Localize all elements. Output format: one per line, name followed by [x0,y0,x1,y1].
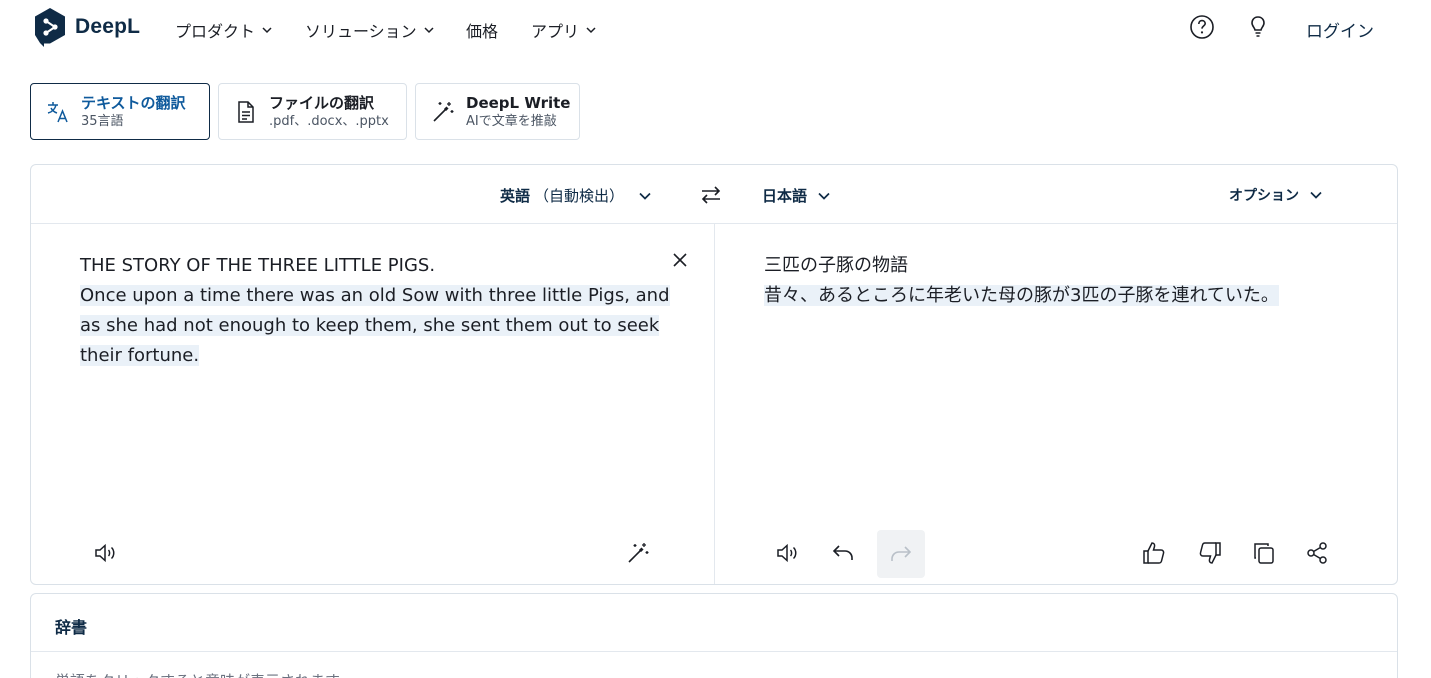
target-sentence: 昔々、あるところに年老いた母の豚が3匹の子豚を連れていた。 [764,285,1279,306]
dictionary-divider [31,651,1397,652]
translator-panel: 英語 （自動検出） 日本語 オプション THE STORY OF THE THR… [30,164,1398,585]
source-title: THE STORY OF THE THREE LITTLE PIGS. [80,255,436,276]
tab-deepl-write[interactable]: DeepL Write AIで文章を推敲 [415,83,580,140]
redo-button[interactable] [877,530,925,578]
thumbs-down-button[interactable] [1197,540,1223,566]
clear-text-button[interactable] [669,249,691,271]
brand-name: DeepL [75,15,141,38]
login-link[interactable]: ログイン [1306,17,1374,42]
target-title: 三匹の子豚の物語 [764,255,908,276]
source-language-selector[interactable]: 英語 （自動検出） [500,185,652,206]
tab-file-subtitle: .pdf、.docx、.pptx [269,113,389,129]
speaker-icon [95,543,115,563]
undo-button[interactable] [830,540,856,566]
nav-apps-label: アプリ [531,22,580,41]
target-language-selector[interactable]: 日本語 [762,185,831,206]
swap-arrows-icon [701,186,721,204]
document-icon [238,100,254,123]
undo-icon [832,545,853,560]
improve-writing-button[interactable] [625,540,651,566]
chevron-down-icon [424,27,434,34]
help-circle-icon [1190,15,1214,39]
panel-divider [714,224,715,584]
chevron-down-icon [586,27,596,34]
redo-icon [891,546,912,561]
thumbs-up-button[interactable] [1141,540,1167,566]
nav-apps[interactable]: アプリ [531,18,597,42]
copy-button[interactable] [1251,540,1277,566]
deepl-logo[interactable]: DeepL [33,7,140,47]
dictionary-title: 辞書 [55,618,88,637]
source-listen-button[interactable] [92,540,118,566]
swap-languages-button[interactable] [698,182,724,208]
chevron-down-icon [639,192,651,200]
copy-icon [1254,543,1274,564]
magic-wand-icon [433,101,454,122]
tab-write-title: DeepL Write [466,93,571,112]
source-detect-label: （自動検出） [534,187,625,205]
source-text-area[interactable]: THE STORY OF THE THREE LITTLE PIGS. Once… [80,251,670,371]
source-sentence: Once upon a time there was an old Sow wi… [80,285,670,366]
target-text-area[interactable]: 三匹の子豚の物語 昔々、あるところに年老いた母の豚が3匹の子豚を連れていた。 [764,251,1364,311]
options-label: オプション [1229,188,1299,204]
nav-solutions[interactable]: ソリューション [305,18,435,42]
close-icon [673,253,687,267]
nav-products[interactable]: プロダクト [175,18,273,42]
magic-wand-icon [628,543,649,563]
tab-write-subtitle: AIで文章を推敲 [466,113,557,129]
thumbs-down-icon [1199,542,1221,564]
nav-pricing[interactable]: 価格 [466,18,498,42]
deepl-logo-icon [35,8,65,47]
language-bar: 英語 （自動検出） 日本語 オプション [31,165,1397,224]
options-dropdown[interactable]: オプション [1229,185,1323,205]
chevron-down-icon [1310,191,1322,199]
nav-pricing-label: 価格 [466,22,499,41]
nav-products-label: プロダクト [175,22,256,41]
share-button[interactable] [1304,540,1330,566]
dictionary-panel: 辞書 単語をクリックすると意味が表示されます [30,593,1398,678]
target-language-label: 日本語 [762,187,808,205]
dictionary-hint: 単語をクリックすると意味が表示されます [55,670,340,678]
translate-icon [47,101,68,122]
tab-text-subtitle: 35言語 [81,113,124,129]
share-icon [1307,542,1327,564]
tab-file-translation[interactable]: ファイルの翻訳 .pdf、.docx、.pptx [218,83,407,140]
help-button[interactable] [1189,14,1215,40]
chevron-down-icon [818,192,830,200]
tab-text-translation[interactable]: テキストの翻訳 35言語 [30,83,210,140]
speaker-icon [777,543,797,563]
tips-button[interactable] [1245,14,1271,40]
chevron-down-icon [262,27,272,34]
tab-text-title: テキストの翻訳 [81,93,186,112]
source-language-label: 英語 [500,187,531,205]
nav-solutions-label: ソリューション [305,22,417,41]
target-listen-button[interactable] [774,540,800,566]
lightbulb-icon [1251,16,1265,37]
thumbs-up-icon [1143,542,1165,564]
tab-file-title: ファイルの翻訳 [269,93,375,112]
